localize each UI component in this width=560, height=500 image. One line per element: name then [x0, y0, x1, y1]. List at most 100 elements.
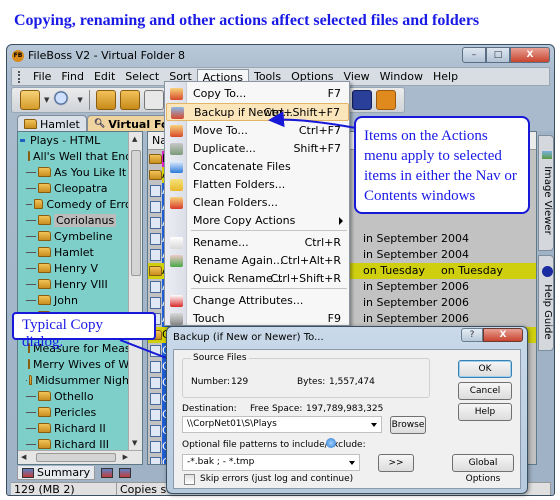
nav-item[interactable]: John	[18, 292, 142, 308]
menu-item-move-to[interactable]: Move To... Ctrl+F7	[166, 122, 349, 140]
save-icon[interactable]	[352, 90, 372, 110]
nav-item[interactable]: Hamlet	[18, 244, 142, 260]
new-folder-dropdown[interactable]: ▼	[44, 96, 49, 104]
tree-branch	[26, 443, 36, 445]
tree-branch	[26, 219, 36, 221]
menu-file[interactable]: File	[28, 69, 56, 84]
nav-item[interactable]: Coriolanus	[18, 212, 142, 228]
menu-item-clean-folders[interactable]: Clean Folders...	[166, 194, 349, 212]
menu-find[interactable]: Find	[56, 69, 89, 84]
destination-combo[interactable]: \\CorpNet01\S\Plays	[182, 416, 382, 433]
menu-item-duplicate[interactable]: Duplicate... Shift+F7	[166, 140, 349, 158]
global-options-button[interactable]: Global Options	[452, 454, 514, 484]
nav-item[interactable]: Midsummer Night's	[18, 372, 142, 388]
maximize-button[interactable]: □	[486, 47, 510, 63]
chevron-down-icon[interactable]	[349, 461, 355, 465]
tab-summary[interactable]: Summary	[17, 466, 96, 480]
nav-item[interactable]: Henry V	[18, 260, 142, 276]
menu-item-more-copy-actions[interactable]: More Copy Actions	[166, 212, 349, 230]
nav-item[interactable]: Cymbeline	[18, 228, 142, 244]
nav-item[interactable]: Comedy of Errors	[18, 196, 142, 212]
tab-image-viewer[interactable]: Image Viewer	[538, 135, 554, 251]
menu-item-flatten-folders[interactable]: Flatten Folders...	[166, 176, 349, 194]
menu-item-rename-again[interactable]: Rename Again... Ctrl+Alt+R	[166, 252, 349, 270]
file-date-col2: 2006	[441, 312, 469, 325]
summary-label: Summary	[37, 466, 91, 479]
menu-item-rename[interactable]: Rename... Ctrl+R	[166, 234, 349, 252]
file-icon	[150, 249, 161, 261]
nav-item[interactable]: Pericles	[18, 404, 142, 420]
menu-select[interactable]: Select	[120, 69, 164, 84]
nav-horizontal-scrollbar[interactable]: ◀ ▶	[18, 450, 142, 464]
rename-again-icon	[170, 255, 183, 267]
menu-item-label: Duplicate...	[193, 142, 256, 155]
menu-window[interactable]: Window	[375, 69, 428, 84]
cancel-button[interactable]: Cancel	[458, 382, 512, 400]
tab-help-guide[interactable]: Help Guide	[538, 255, 554, 351]
number-label: Number:	[191, 377, 231, 387]
paste-back-icon[interactable]	[95, 90, 116, 110]
file-icon	[150, 281, 161, 293]
tree-branch	[26, 299, 36, 301]
cursor-add-icon[interactable]	[143, 90, 164, 110]
menubar-grip[interactable]	[18, 70, 22, 83]
ok-button[interactable]: OK	[458, 360, 512, 378]
menu-item-label: Touch	[193, 312, 225, 325]
menu-help[interactable]: Help	[428, 69, 463, 84]
tree-branch	[26, 267, 36, 269]
scroll-right-arrow[interactable]: ▶	[123, 453, 128, 461]
new-folder-icon[interactable]	[20, 90, 40, 110]
file-date-col2: on Tuesday	[441, 264, 503, 277]
chevron-down-icon[interactable]	[371, 423, 377, 427]
tab-hamlet[interactable]: Hamlet	[17, 115, 87, 131]
scroll-left-arrow[interactable]: ◀	[21, 453, 26, 461]
nav-item[interactable]: Richard II	[18, 420, 142, 436]
menu-item-copy-to[interactable]: Copy To... F7	[166, 85, 349, 103]
paste-forward-icon[interactable]	[119, 90, 140, 110]
help-button[interactable]: Help	[458, 403, 512, 421]
warning-panel-icon[interactable]	[119, 468, 132, 478]
nav-item-label: Hamlet	[54, 245, 94, 259]
nav-item-label: Henry VIII	[54, 277, 108, 291]
nav-item[interactable]: All's Well that Ends W	[18, 148, 142, 164]
nav-item[interactable]: Merry Wives of Wind	[18, 356, 142, 372]
browse-button[interactable]: Browse	[390, 416, 426, 434]
nav-root[interactable]: Plays - HTML	[18, 132, 142, 148]
scroll-thumb[interactable]	[36, 453, 116, 462]
scroll-down-arrow[interactable]: ▼	[132, 439, 137, 447]
menu-item-backup-if-newer[interactable]: Backup if Newer... Ctrl+Shift+F7	[166, 103, 349, 121]
skip-errors-checkbox[interactable]	[184, 474, 195, 485]
dialog-close-button[interactable]: X	[483, 328, 523, 342]
scroll-up-arrow[interactable]: ▲	[132, 135, 137, 143]
tree-view-icon[interactable]	[376, 90, 396, 110]
minimize-button[interactable]: –	[462, 47, 486, 63]
search-icon[interactable]	[53, 90, 74, 110]
dialog-help-button[interactable]: ?	[461, 328, 483, 342]
folder-icon	[38, 439, 51, 449]
search-dropdown[interactable]: ▼	[77, 96, 82, 104]
nav-item[interactable]: Henry VIII	[18, 276, 142, 292]
folder-icon	[38, 279, 51, 289]
help-info-icon[interactable]	[326, 438, 336, 448]
nav-item[interactable]: As You Like It	[18, 164, 142, 180]
file-date-col1: on Tuesday	[363, 264, 425, 277]
title-bar[interactable]: FB FileBoss V2 - Virtual Folder 8 – □ X	[7, 45, 554, 67]
menu-edit[interactable]: Edit	[89, 69, 120, 84]
menu-item-label: Rename...	[193, 236, 249, 249]
nav-vertical-scrollbar[interactable]: ▲ ▼	[128, 132, 142, 450]
nav-item[interactable]: Othello	[18, 388, 142, 404]
patterns-combo[interactable]: -*.bak ; - *.tmp	[182, 454, 360, 471]
menu-item-change-attributes[interactable]: Change Attributes...	[166, 292, 349, 310]
menu-item-quick-rename[interactable]: Quick Rename... Ctrl+Shift+R	[166, 270, 349, 288]
tree-branch	[26, 427, 36, 429]
scroll-thumb[interactable]	[131, 150, 141, 276]
menu-item-concatenate-files[interactable]: Concatenate Files	[166, 158, 349, 176]
callout-copy-dialog: Typical Copy dialog.	[12, 312, 156, 350]
info-panel-icon[interactable]	[101, 468, 114, 478]
backup-dialog: Backup (if New or Newer) To... ? X Sourc…	[166, 326, 528, 494]
nav-item[interactable]: Cleopatra	[18, 180, 142, 196]
close-button[interactable]: X	[510, 47, 550, 63]
dialog-body: Source Files Number: 129 Bytes: 1,557,47…	[173, 349, 521, 489]
menu-item-label: Concatenate Files	[193, 160, 291, 173]
more-button[interactable]: >>	[378, 454, 414, 472]
